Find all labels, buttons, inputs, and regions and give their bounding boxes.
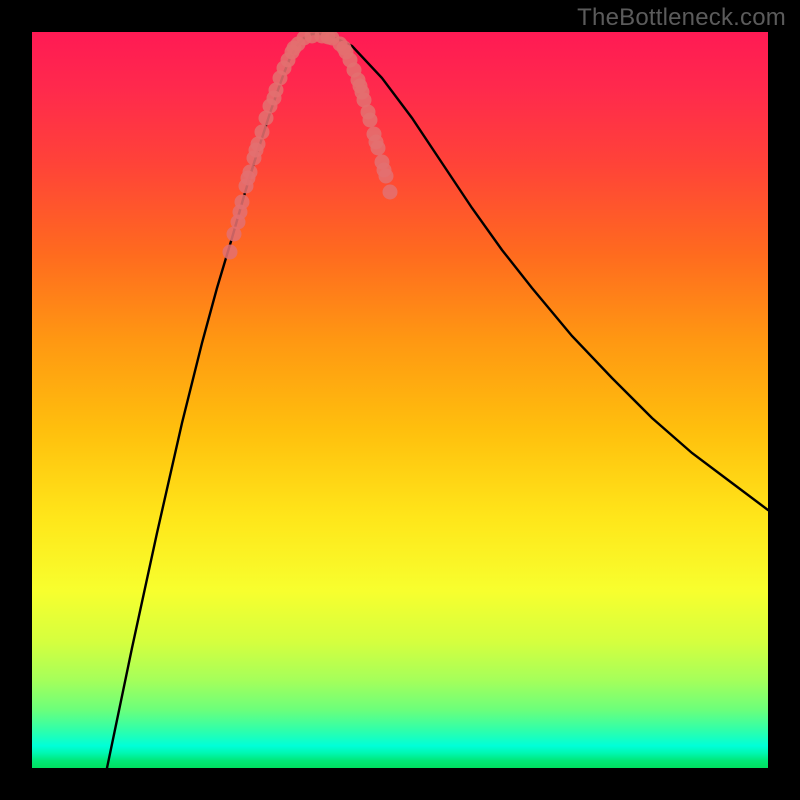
data-point <box>337 41 352 56</box>
data-point <box>287 41 302 56</box>
data-point <box>255 125 270 140</box>
data-point <box>383 185 398 200</box>
data-point <box>249 143 264 158</box>
data-point <box>235 195 250 210</box>
data-point <box>353 79 368 94</box>
data-point <box>223 245 238 260</box>
watermark-text: TheBottleneck.com <box>577 4 786 32</box>
chart-frame: TheBottleneck.com <box>0 0 800 800</box>
data-point <box>377 163 392 178</box>
data-point <box>267 91 282 106</box>
data-point <box>231 215 246 230</box>
data-point <box>363 113 378 128</box>
curve-layer <box>32 32 768 768</box>
data-point <box>369 135 384 150</box>
data-point <box>241 171 256 186</box>
plot-area <box>32 32 768 768</box>
bottleneck-curve <box>107 34 768 768</box>
